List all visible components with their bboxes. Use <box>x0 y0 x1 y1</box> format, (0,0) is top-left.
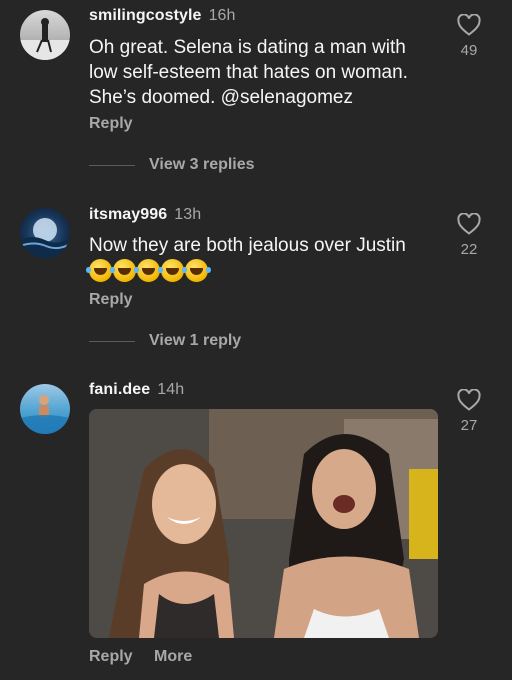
gif-illustration <box>89 409 438 638</box>
comment-text: Now they are both jealous over Justin <box>89 235 406 256</box>
avatar[interactable] <box>20 208 70 258</box>
like-count: 49 <box>460 42 478 59</box>
comment-header: fani.dee 14h <box>89 381 184 399</box>
like-button[interactable]: 22 <box>454 213 484 258</box>
view-replies-button[interactable]: View 3 replies <box>89 156 255 174</box>
heart-icon <box>457 14 481 36</box>
emoji-row <box>86 259 208 282</box>
rofl-emoji-icon <box>134 259 160 282</box>
like-button[interactable]: 27 <box>454 389 484 434</box>
heart-icon <box>457 389 481 411</box>
reply-button[interactable]: Reply <box>89 648 133 666</box>
reply-button[interactable]: Reply <box>89 291 133 309</box>
username[interactable]: itsmay996 <box>89 206 167 223</box>
like-count: 22 <box>460 241 478 258</box>
rofl-emoji-icon <box>182 259 208 282</box>
comment-text: Oh great. Selena is dating a man with lo… <box>89 37 408 108</box>
rofl-emoji-icon <box>86 259 112 282</box>
timestamp: 16h <box>208 7 236 24</box>
more-button[interactable]: More <box>154 648 192 666</box>
like-button[interactable]: 49 <box>454 14 484 59</box>
rofl-emoji-icon <box>110 259 136 282</box>
rofl-emoji-icon <box>158 259 184 282</box>
view-replies-button[interactable]: View 1 reply <box>89 332 241 350</box>
username[interactable]: smilingcostyle <box>89 7 202 24</box>
comment-header: smilingcostyle 16h <box>89 7 236 25</box>
username[interactable]: fani.dee <box>89 381 150 398</box>
avatar[interactable] <box>20 10 70 60</box>
like-count: 27 <box>460 417 478 434</box>
heart-icon <box>457 213 481 235</box>
view-replies-label: View 3 replies <box>149 156 255 173</box>
view-replies-label: View 1 reply <box>149 332 242 349</box>
gif-image[interactable] <box>89 409 438 638</box>
timestamp: 14h <box>157 381 185 398</box>
avatar[interactable] <box>20 384 70 434</box>
divider-line <box>89 340 135 342</box>
timestamp: 13h <box>174 206 202 223</box>
comment-header: itsmay996 13h <box>89 206 201 224</box>
reply-button[interactable]: Reply <box>89 115 133 133</box>
divider-line <box>89 164 135 166</box>
